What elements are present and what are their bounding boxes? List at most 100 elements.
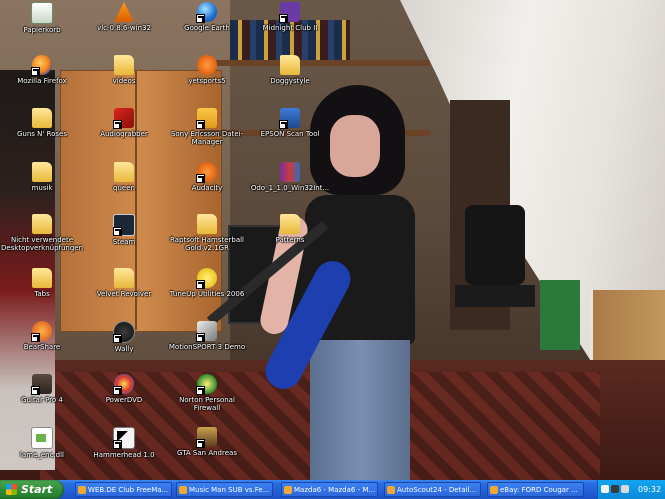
folder-icon xyxy=(280,214,300,234)
desktop-icon-epson-scan[interactable]: EPSON Scan Tool xyxy=(248,108,332,164)
shortcut-arrow-icon xyxy=(113,386,122,395)
shortcut-arrow-icon xyxy=(31,386,40,395)
desktop-icon-label: Velvet Revolver xyxy=(96,290,152,298)
folder-icon xyxy=(32,268,52,288)
chair-back xyxy=(465,205,525,285)
desktop-icon-bearshare[interactable]: BearShare xyxy=(0,321,84,377)
desktop-icon-label: Wally xyxy=(114,345,134,353)
wallpaper-chair xyxy=(455,205,535,375)
desktop-icon-sony-ericsson[interactable]: Sony Ericsson Datei-Manager xyxy=(165,108,249,164)
desktop-icon-hammerhead[interactable]: Hammerhead 1.0 xyxy=(82,427,166,483)
folder-icon xyxy=(32,108,52,128)
network-tray-icon[interactable] xyxy=(601,485,609,493)
desktop-icon-label: musik xyxy=(31,184,53,192)
start-label: Start xyxy=(21,483,53,496)
shortcut-arrow-icon xyxy=(196,280,205,289)
shortcut-arrow-icon xyxy=(279,14,288,23)
desktop-icon-audiograbber[interactable]: Audiograbber xyxy=(82,108,166,164)
desktop-icon-label: Steam xyxy=(112,238,136,246)
taskbar-task-autoscout[interactable]: AutoScout24 - Detail... xyxy=(384,482,481,497)
desktop-icon-midnight-club[interactable]: Midnight Club II xyxy=(248,2,332,58)
system-clock[interactable]: 09:32 xyxy=(638,480,661,499)
desktop-icon-lame-enc[interactable]: lame_enc.dll xyxy=(0,427,84,483)
winrar-archive-icon xyxy=(280,162,300,182)
desktop-icon-norton[interactable]: Norton Personal Firewall xyxy=(165,374,249,430)
desktop-icon-unused-shortcuts[interactable]: Nicht verwendete Desktopverknüpfungen xyxy=(0,214,84,270)
desktop-icon-google-earth[interactable]: Google Earth xyxy=(165,2,249,58)
desktop-icon-firefox[interactable]: Mozilla Firefox xyxy=(0,55,84,111)
google-earth-icon xyxy=(196,2,217,23)
desktop-icon-label: Sony Ericsson Datei-Manager xyxy=(170,130,244,146)
folder-icon xyxy=(280,55,300,75)
desktop-icon-label: Nicht verwendete Desktopverknüpfungen xyxy=(0,236,84,252)
tuneup-icon xyxy=(196,268,217,289)
desktop-icon-odo-archive[interactable]: Odo_1_1.0_Win32Int... xyxy=(248,162,332,218)
desktop-icon-papierkorb[interactable]: Papierkorb xyxy=(0,2,84,58)
gta-icon xyxy=(196,427,217,448)
desktop-icon-musik[interactable]: musik xyxy=(0,162,84,218)
taskbar-task-ebay[interactable]: eBay: FORD Cougar ... xyxy=(487,482,584,497)
person-jeans xyxy=(310,340,410,480)
desktop-icon-hamsterball[interactable]: Raptsoft Hamsterball Gold v2.1GR xyxy=(165,214,249,270)
folder-icon xyxy=(197,214,217,234)
bearshare-icon xyxy=(31,321,52,342)
desktop-icon-label: Tabs xyxy=(34,290,50,298)
tray-app-icon[interactable] xyxy=(621,485,629,493)
taskbar-task-webde[interactable]: WEB.DE Club FreeMa... xyxy=(75,482,172,497)
desktop-icon-powerdvd[interactable]: PowerDVD xyxy=(82,374,166,430)
desktop-icon-tuneup[interactable]: TuneUp Utilities 2006 xyxy=(165,268,249,324)
start-button[interactable]: Start xyxy=(0,480,64,499)
desktop-icon-queen[interactable]: queen xyxy=(82,162,166,218)
desktop-icon-label: BearShare xyxy=(23,343,61,351)
wally-icon xyxy=(113,321,135,343)
person-face xyxy=(330,115,380,177)
browser-icon xyxy=(387,486,395,494)
scanner-icon xyxy=(279,108,300,129)
desktop-icon-audacity[interactable]: Audacity xyxy=(165,162,249,218)
desktop-icon-label: Hammerhead 1.0 xyxy=(93,451,155,459)
desktop-icon-label: Patterns xyxy=(275,236,305,244)
system-tray: 09:32 xyxy=(597,480,665,499)
folder-icon xyxy=(32,214,52,234)
desktop-icon-gta-san-andreas[interactable]: GTA San Andreas xyxy=(165,427,249,483)
desktop-icon-vlc[interactable]: vlc-0.8.6-win32 xyxy=(82,2,166,58)
desktop-icon-motion-demo[interactable]: MotionSPORT 3 Demo xyxy=(165,321,249,377)
dll-file-icon xyxy=(31,427,53,449)
browser-icon xyxy=(179,486,187,494)
desktop-icon-label: Guitar Pro 4 xyxy=(21,396,63,404)
shortcut-arrow-icon xyxy=(196,14,205,23)
desktop-icon-doggystyle[interactable]: Doggystyle xyxy=(248,55,332,111)
desktop-icon-label: vlc-0.8.6-win32 xyxy=(97,24,151,32)
shortcut-arrow-icon xyxy=(113,120,122,129)
desktop-icon-yetsports5[interactable]: yetsports5 xyxy=(165,55,249,111)
desktop-icon-steam[interactable]: Steam xyxy=(82,214,166,270)
guitar-pro-icon xyxy=(31,374,52,395)
desktop-icon-label: Midnight Club II xyxy=(262,24,318,32)
norton-icon xyxy=(196,374,217,395)
taskbar-task-music-man[interactable]: Music Man SUB vs.Fe... xyxy=(176,482,273,497)
taskbar-task-mazda6[interactable]: Mazda6 - Mazda6 - M... xyxy=(281,482,378,497)
desktop-icon-label: Norton Personal Firewall xyxy=(179,396,235,412)
desktop-icon-label: queen xyxy=(113,184,135,192)
shortcut-arrow-icon xyxy=(279,120,288,129)
desktop-icon-patterns[interactable]: Patterns xyxy=(248,214,332,270)
shortcut-arrow-icon xyxy=(31,67,40,76)
desktop-icon-tabs[interactable]: Tabs xyxy=(0,268,84,324)
folder-icon xyxy=(32,162,52,182)
desktop-icon-velvet-revolver[interactable]: Velvet Revolver xyxy=(82,268,166,324)
desktop-icon-wally[interactable]: Wally xyxy=(82,321,166,377)
windows-logo-icon xyxy=(6,484,17,495)
desktop-icon-guns-n-roses[interactable]: Guns N' Roses xyxy=(0,108,84,164)
desktop-icon-label: Audacity xyxy=(191,184,223,192)
hammerhead-icon xyxy=(113,427,135,449)
desktop-icon-label: lame_enc.dll xyxy=(19,451,64,459)
phone-manager-icon xyxy=(196,108,217,129)
desktop-icon-label: Papierkorb xyxy=(23,26,61,34)
desktop-icon-label: Google Earth xyxy=(184,24,230,32)
desktop-icon-videos[interactable]: videos xyxy=(82,55,166,111)
desktop-icon-label: MotionSPORT 3 Demo xyxy=(168,343,246,351)
volume-tray-icon[interactable] xyxy=(611,485,619,493)
desktop-icon-guitar-pro[interactable]: Guitar Pro 4 xyxy=(0,374,84,430)
desktop-icon-label: PowerDVD xyxy=(105,396,143,404)
shortcut-arrow-icon xyxy=(196,386,205,395)
